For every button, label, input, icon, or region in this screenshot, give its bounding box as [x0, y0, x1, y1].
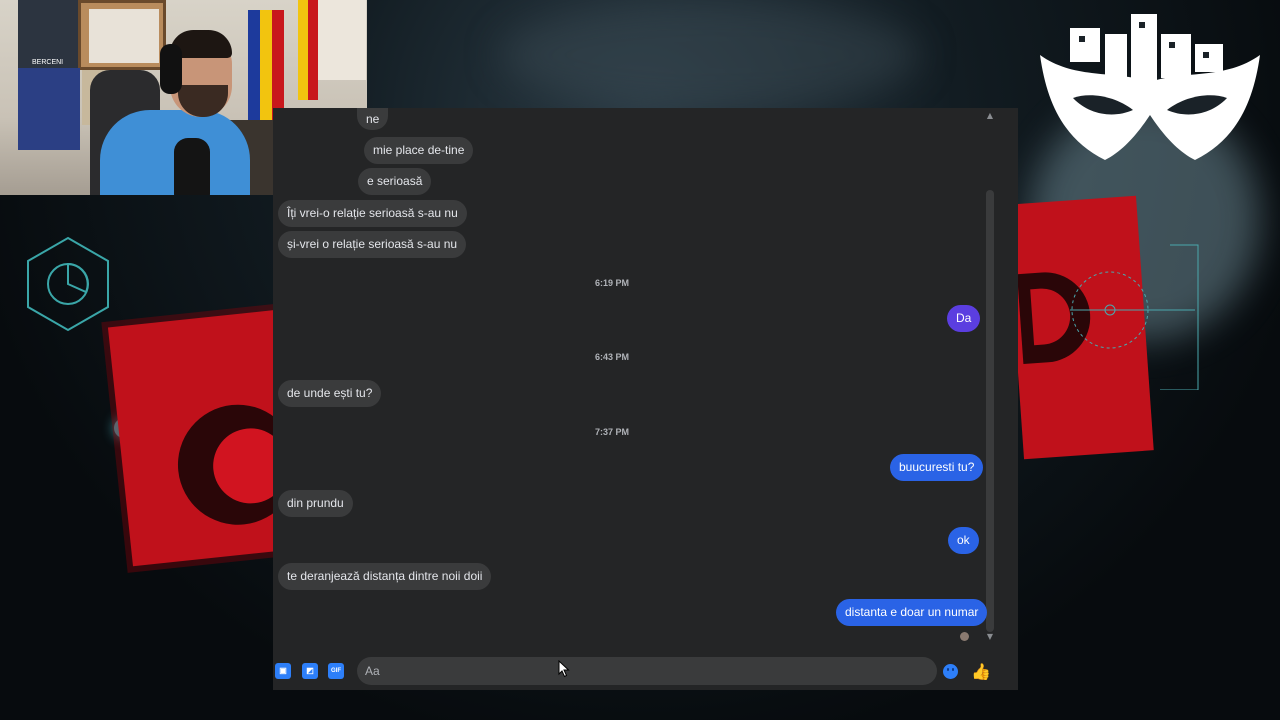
message-timestamp: 7:37 PM [594, 427, 630, 437]
message-input-box[interactable] [357, 657, 937, 685]
message-incoming[interactable]: din prundu [278, 490, 353, 517]
photo-attach-icon[interactable]: ▣ [275, 663, 291, 679]
mouse-cursor-icon [558, 660, 570, 678]
emoji-icon[interactable] [943, 664, 958, 679]
message-incoming[interactable]: Îți vrei-o relație serioasă s-au nu [278, 200, 467, 227]
stream-frame: BERCENI ▲ ▼ ne mie place de-tine e serio… [0, 0, 1280, 720]
message-timestamp: 6:19 PM [594, 278, 630, 288]
hud-target-icon [1070, 244, 1199, 390]
sticker-icon[interactable]: ◩ [302, 663, 318, 679]
hexagon-chart-icon [27, 236, 109, 332]
message-incoming[interactable]: e serioasă [358, 168, 432, 195]
message-incoming[interactable]: și-vrei o relație serioasă s-au nu [278, 231, 467, 258]
poster-text: BERCENI [32, 59, 64, 66]
gif-icon[interactable]: GIF [328, 663, 344, 679]
message-incoming[interactable]: de unde ești tu? [278, 380, 382, 407]
thumbs-up-icon[interactable]: 👍 [971, 663, 991, 681]
message-outgoing[interactable]: buucuresti tu? [890, 454, 984, 481]
channel-logo [1040, 14, 1260, 160]
scroll-up-arrow[interactable]: ▲ [986, 112, 994, 120]
scroll-down-arrow[interactable]: ▼ [986, 633, 994, 641]
message-input[interactable] [357, 657, 937, 685]
message-timestamp: 6:43 PM [594, 352, 630, 362]
message-incoming[interactable]: te deranjează distanța dintre noii doii [278, 563, 492, 590]
background-figure [500, 0, 920, 110]
scrollbar-thumb[interactable] [986, 190, 994, 632]
message-outgoing[interactable]: Da [947, 305, 981, 332]
message-outgoing[interactable]: ok [948, 527, 979, 554]
seen-avatar [960, 632, 969, 641]
message-incoming[interactable]: mie place de-tine [364, 137, 474, 164]
message-outgoing[interactable]: distanta e doar un numar [836, 599, 988, 626]
